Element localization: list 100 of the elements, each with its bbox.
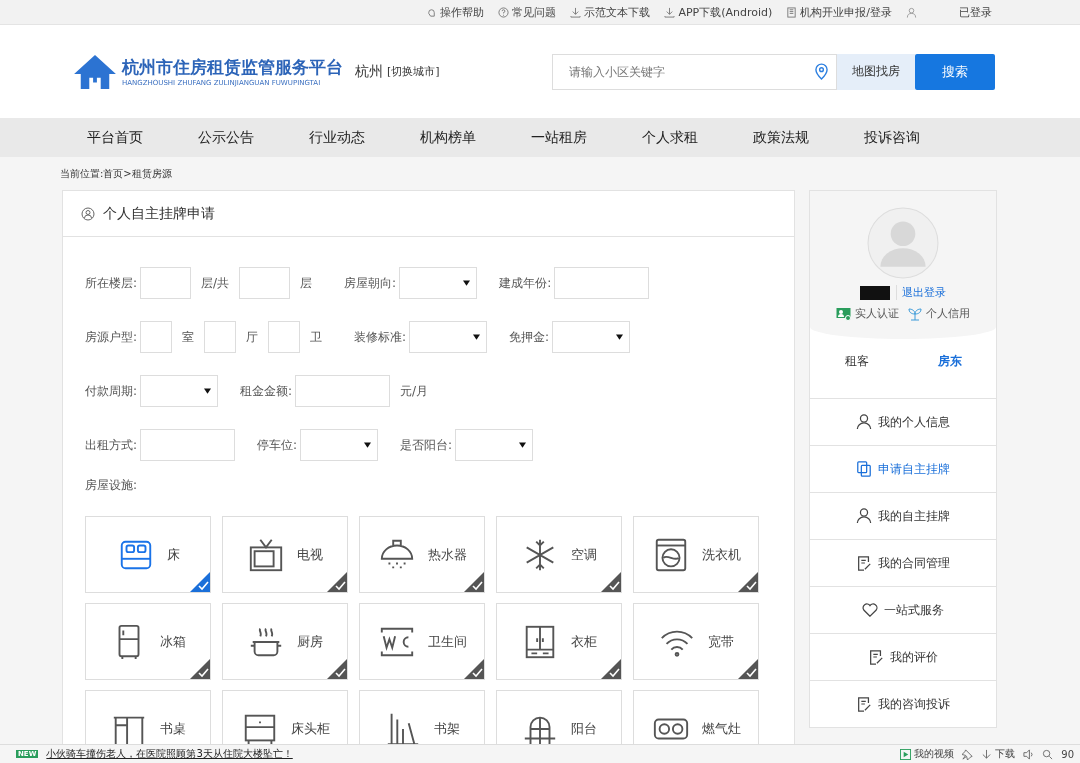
- input-field[interactable]: [140, 321, 173, 353]
- input-field[interactable]: [140, 429, 236, 461]
- avatar-icon: [867, 207, 939, 279]
- input-field[interactable]: [140, 267, 192, 299]
- download-icon: [664, 6, 676, 18]
- field-label: 房屋设施:: [85, 477, 139, 494]
- unit-label: 室: [182, 328, 195, 346]
- sidebar-menu-item[interactable]: 我的自主挂牌: [810, 492, 996, 539]
- dropdown[interactable]: [140, 375, 219, 407]
- input-field[interactable]: [239, 267, 291, 299]
- user-icon: [81, 206, 95, 221]
- dropdown[interactable]: [409, 321, 488, 353]
- person-icon: [856, 414, 872, 430]
- unit-label: 层/共: [201, 274, 230, 292]
- logout-link[interactable]: 退出登录: [896, 285, 946, 300]
- check-corner-icon: [327, 659, 347, 679]
- facility-option[interactable]: 空调: [496, 516, 622, 593]
- facility-option[interactable]: 电视: [222, 516, 348, 593]
- field-label: 所在楼层:: [85, 274, 138, 292]
- check-corner-icon: [327, 572, 347, 592]
- field-label: 是否阳台:: [400, 436, 453, 454]
- facility-option[interactable]: 卫生间: [359, 603, 485, 680]
- field-label: 租金金额:: [240, 382, 293, 400]
- search-button[interactable]: 搜索: [914, 53, 995, 90]
- sidebar-menu-item[interactable]: 我的合同管理: [810, 539, 996, 586]
- question-icon: [498, 6, 510, 18]
- plant-icon: [907, 306, 923, 321]
- field-label: 装修标准:: [354, 328, 407, 346]
- facility-option[interactable]: 宽带: [633, 603, 759, 680]
- note-icon: [868, 649, 884, 665]
- field-label: 房源户型:: [85, 328, 138, 346]
- top-link[interactable]: 常见问题: [498, 4, 557, 20]
- role-tab[interactable]: 房东: [937, 353, 962, 370]
- switch-city-link[interactable]: [切换城市]: [387, 64, 440, 79]
- sidebar-menu-item[interactable]: 我的个人信息: [810, 398, 996, 445]
- caret-icon: [473, 334, 481, 340]
- download-button[interactable]: 下载: [981, 747, 1016, 761]
- login-status: 已登录: [959, 4, 992, 20]
- building-icon: [786, 6, 798, 18]
- note-icon: [856, 696, 872, 712]
- note-icon: [856, 555, 872, 571]
- sidebar-menu-item[interactable]: 我的咨询投诉: [810, 680, 996, 727]
- pin-icon[interactable]: [962, 748, 974, 760]
- unit-label: 厅: [246, 328, 259, 346]
- dropdown[interactable]: [552, 321, 631, 353]
- form-title: 个人自主挂牌申请: [103, 204, 215, 223]
- check-corner-icon: [601, 572, 621, 592]
- check-corner-icon: [190, 572, 210, 592]
- field-label: 房屋朝向:: [344, 274, 397, 292]
- dropdown[interactable]: [300, 429, 379, 461]
- facility-option[interactable]: 热水器: [359, 516, 485, 593]
- breadcrumb: 当前位置:首页>租赁房源: [60, 167, 173, 181]
- news-link[interactable]: 小伙骑车撞伤老人，在医院照顾第3天从住院大楼坠亡！: [46, 747, 293, 761]
- video-button[interactable]: 我的视频: [900, 747, 955, 761]
- caret-icon: [463, 280, 471, 286]
- top-link[interactable]: 示范文本下载: [570, 4, 651, 20]
- verification-badge[interactable]: 个人信用: [907, 306, 970, 321]
- field-label: 付款周期:: [85, 382, 138, 400]
- search-field[interactable]: 请输入小区关键字: [551, 53, 837, 90]
- download-icon: [570, 6, 582, 18]
- facility-option[interactable]: 衣柜: [496, 603, 622, 680]
- check-corner-icon: [464, 659, 484, 679]
- field-label: 出租方式:: [85, 436, 138, 454]
- role-tab[interactable]: 租客: [844, 353, 869, 370]
- sidebar-menu-item[interactable]: 我的评价: [810, 633, 996, 680]
- facility-option[interactable]: 厨房: [222, 603, 348, 680]
- check-corner-icon: [464, 572, 484, 592]
- top-link[interactable]: 操作帮助: [426, 4, 485, 20]
- sidebar-menu-item[interactable]: 一站式服务: [810, 586, 996, 633]
- facility-option[interactable]: 床: [85, 516, 211, 593]
- field-label: 建成年份:: [499, 274, 552, 292]
- verification-badge[interactable]: 实人认证: [836, 306, 899, 321]
- facility-option[interactable]: 冰箱: [85, 603, 211, 680]
- speaker-icon[interactable]: [1023, 748, 1035, 760]
- dropdown[interactable]: [455, 429, 534, 461]
- input-field[interactable]: [554, 267, 650, 299]
- dropdown[interactable]: [399, 267, 478, 299]
- map-search-button[interactable]: 地图找房: [836, 53, 915, 90]
- caret-icon: [204, 388, 212, 394]
- unit-label: 元/月: [400, 382, 429, 400]
- top-link[interactable]: 机构开业申报/登录: [786, 4, 892, 20]
- check-corner-icon: [601, 659, 621, 679]
- field-label: 免押金:: [509, 328, 550, 346]
- city-name: 杭州: [355, 62, 383, 81]
- caret-icon: [364, 442, 372, 448]
- facility-option[interactable]: 洗衣机: [633, 516, 759, 593]
- unit-label: 卫: [310, 328, 323, 346]
- id-card-icon: [836, 306, 852, 321]
- input-field[interactable]: [295, 375, 391, 407]
- documents-icon: [856, 461, 872, 477]
- location-pin-icon[interactable]: [814, 62, 828, 80]
- caret-icon: [519, 442, 527, 448]
- user-icon: [906, 6, 917, 18]
- heart-icon: [862, 602, 878, 618]
- top-link[interactable]: APP下载(Android): [664, 4, 773, 20]
- input-field[interactable]: [204, 321, 237, 353]
- input-field[interactable]: [268, 321, 301, 353]
- sidebar-menu-item[interactable]: 申请自主挂牌: [810, 445, 996, 492]
- download-icon: [981, 748, 993, 760]
- zoom-icon[interactable]: [1042, 748, 1054, 760]
